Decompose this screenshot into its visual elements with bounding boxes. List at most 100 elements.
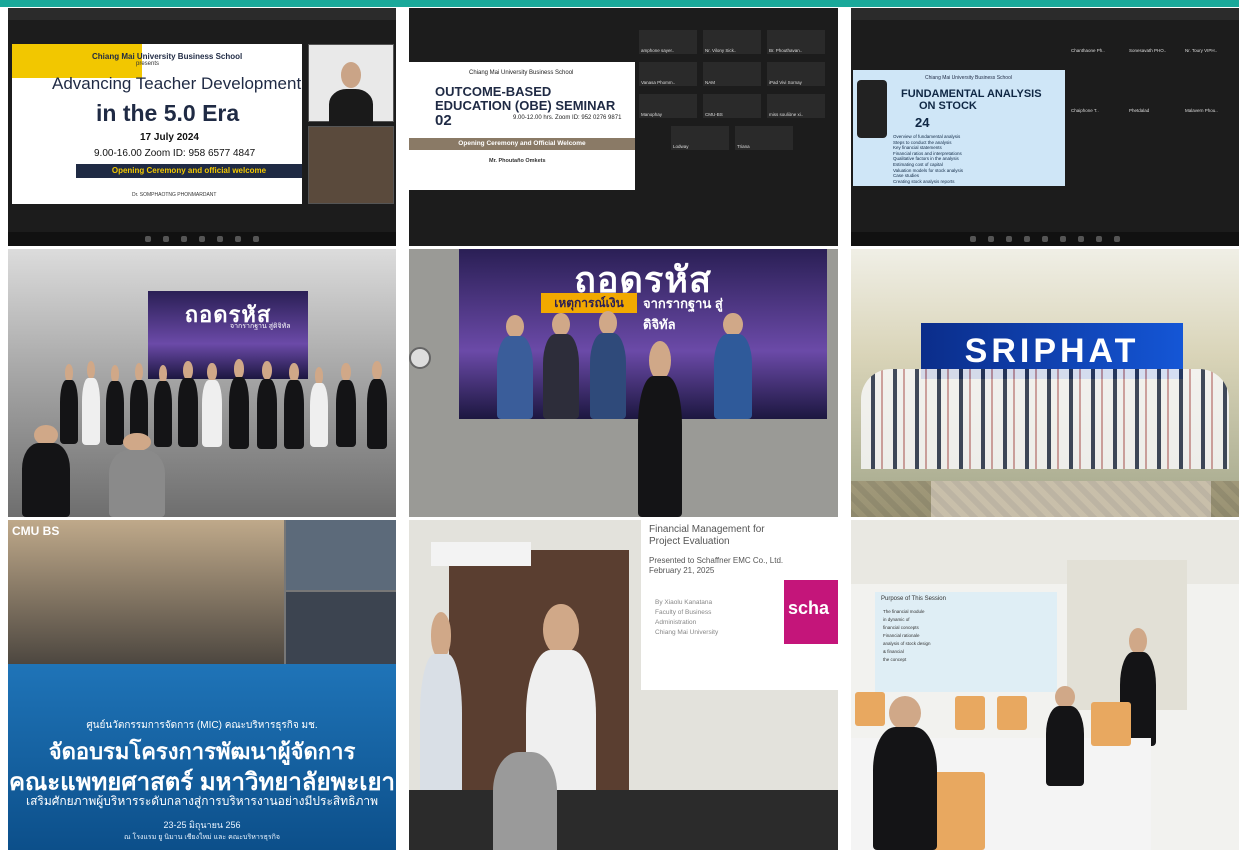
- speaker: [633, 341, 687, 517]
- photo-tile-group-decoding[interactable]: ถอดรหัส จากรากฐาน สู่ดิจิทัล: [8, 249, 396, 517]
- slide-line3: Presented to Schaffner EMC Co., Ltd.: [649, 556, 784, 565]
- banner-line4: เสริมศักยภาพผู้บริหารระดับกลางสู่การบริห…: [25, 794, 379, 808]
- photo-tile-zoom-teacher-development[interactable]: Chiang Mai University Business School pr…: [8, 8, 396, 246]
- slide-school: Chiang Mai University Business School: [925, 75, 1012, 81]
- desk-row: [409, 790, 838, 850]
- slide-title-line2: EDUCATION (OBE) SEMINAR: [435, 98, 616, 113]
- slide-outline: Overview of fundamental analysis Steps to…: [893, 134, 963, 184]
- person: [308, 367, 330, 447]
- participant-tile: Triana: [735, 126, 793, 150]
- audience-head: [493, 752, 557, 850]
- participant-tile: Vanasa Phomm..: [639, 62, 697, 86]
- slide-credits: By Xiaolu Kanatana Faculty of Business Ad…: [655, 599, 719, 636]
- cmu-bs-logo: CMU BS: [12, 524, 60, 538]
- portrait: [709, 313, 757, 419]
- participant-tile: amphone sayer..: [639, 30, 697, 54]
- slide-title-line2: in the 5.0 Era: [96, 100, 240, 126]
- projector-screen: Purpose of This Session The financial mo…: [875, 592, 1057, 692]
- participant-tile: Br. Phouthavan..: [767, 30, 825, 54]
- photo-tile-classroom-presenter[interactable]: Financial Management for Project Evaluat…: [409, 520, 838, 850]
- slide-title: Purpose of This Session: [881, 596, 946, 602]
- person: [80, 361, 102, 445]
- carpet: [851, 481, 1239, 517]
- zoom-control-bar[interactable]: [851, 232, 1239, 246]
- participant-tile: Nr. Vilony Sick..: [703, 30, 761, 54]
- participant-tile: Lodway: [671, 126, 729, 150]
- orange-chair: [997, 696, 1027, 730]
- photo-tile-zoom-fundamental-analysis[interactable]: Chiang Mai University Business School FU…: [851, 8, 1239, 246]
- orange-chair: [955, 696, 985, 730]
- banner-line5: 23-25 มิถุนายน 256: [163, 820, 241, 830]
- person: [226, 359, 252, 449]
- slide-line2: Project Evaluation: [649, 536, 730, 547]
- audience-member: [865, 696, 945, 850]
- slide-band: Opening Ceremony and Official Welcome: [409, 138, 635, 150]
- participant-tile: iPad Vivi Sornay: [767, 62, 825, 86]
- slide-speaker: Mr. Phoutaño Omkets: [489, 158, 546, 164]
- air-conditioner: [431, 542, 531, 566]
- webcam-participant-2: [308, 126, 394, 204]
- portrait: [493, 315, 537, 419]
- webcam-participant-1: [308, 44, 394, 128]
- projector-screen: Financial Management for Project Evaluat…: [641, 520, 838, 690]
- slide-school: Chiang Mai University Business School: [92, 52, 243, 61]
- person: [254, 361, 280, 449]
- participant-tile: miss souliòne xi..: [767, 94, 825, 118]
- slide-yellow-bar: [12, 44, 142, 78]
- slide-band: Opening Ceremony and official welcome: [76, 164, 302, 178]
- slide-day: 02: [435, 112, 452, 129]
- slide-school: Chiang Mai University Business School: [469, 70, 574, 76]
- group-photo: [8, 520, 284, 664]
- slide-line1: Financial Management for: [649, 524, 765, 535]
- portrait: [539, 313, 583, 419]
- photo-tile-zoom-obe-seminar[interactable]: Chiang Mai University Business School OU…: [409, 8, 838, 246]
- slide-points: The financial module in dynamic of financ…: [883, 609, 931, 662]
- zoom-title-bar: [8, 8, 396, 20]
- photo-tile-lecture-room[interactable]: Purpose of This Session The financial mo…: [851, 520, 1239, 850]
- slide-title-line1: OUTCOME-BASED: [435, 84, 552, 99]
- slide-title-line1: FUNDAMENTAL ANALYSIS: [901, 88, 1042, 100]
- slide-logo: scha: [784, 580, 838, 644]
- participant-tile: NAM: [703, 62, 761, 86]
- wall-clock-icon: [409, 347, 431, 369]
- slide-title-line2: ON STOCK: [919, 100, 977, 112]
- participant-tile: CMU-BS: [703, 94, 761, 118]
- audience-member: [102, 433, 172, 517]
- audience-member: [1041, 686, 1089, 786]
- participant-tile: Manophay: [639, 94, 697, 118]
- group-crowd: [861, 369, 1229, 469]
- slide-presents: presents: [136, 61, 160, 67]
- slide-speaker: Dr. SOMPHAOTNG PHONMARDANT: [132, 192, 217, 198]
- photo-tile-speaker-led-wall[interactable]: ถอดรหัส เหตุการณ์เงิน จากรากฐาน สู่ดิจิท…: [409, 249, 838, 517]
- screen-stripe: เหตุการณ์เงิน: [541, 293, 637, 313]
- banner-line1: ศูนย์นวัตกรรมการจัดการ (MIC) คณะบริหารธุ…: [86, 720, 318, 731]
- portrait: [585, 311, 631, 419]
- slide-line4: February 21, 2025: [649, 566, 715, 575]
- zoom-title-bar: [851, 8, 1239, 20]
- person: [334, 363, 358, 447]
- person: [176, 361, 200, 447]
- zoom-control-bar[interactable]: [8, 232, 396, 246]
- orange-chair: [1091, 702, 1131, 746]
- person: [282, 363, 306, 449]
- person: [200, 363, 224, 447]
- audience-member: [16, 425, 76, 517]
- participant-head: [340, 61, 362, 88]
- slide-time-zoom: 9.00-16.00 Zoom ID: 958 6577 4847: [94, 148, 256, 159]
- photo-tile-mic-training[interactable]: CMU BS ศูนย์นวัตกรรมการจัดการ (MIC) คณะบ…: [8, 520, 396, 850]
- slide-title-line1: Advancing Teacher Development: [52, 74, 302, 93]
- phone-graphic: [857, 80, 887, 138]
- photo-tile-sriphat-group[interactable]: SRIPHAT: [851, 249, 1239, 517]
- slide-date: 17 July 2024: [140, 132, 199, 143]
- presentation-slide: Chiang Mai University Business School pr…: [12, 44, 302, 204]
- inset-photo: [286, 520, 396, 590]
- screen-subtitle: จากรากฐาน สู่ดิจิทัล: [230, 323, 291, 330]
- person: [364, 361, 390, 449]
- top-accent-bar: [0, 0, 1239, 7]
- presentation-slide: Chiang Mai University Business School FU…: [853, 70, 1065, 186]
- inset-photo: [286, 592, 396, 664]
- slide-info: 9.00-12.00 hrs. Zoom ID: 952 0276 9871: [513, 115, 622, 121]
- slide-day: 24: [915, 115, 930, 130]
- presentation-slide: Chiang Mai University Business School OU…: [409, 62, 635, 190]
- banner-line6: ณ โรงแรม ยู นิมาน เชียงใหม่ และ คณะบริหา…: [124, 834, 280, 841]
